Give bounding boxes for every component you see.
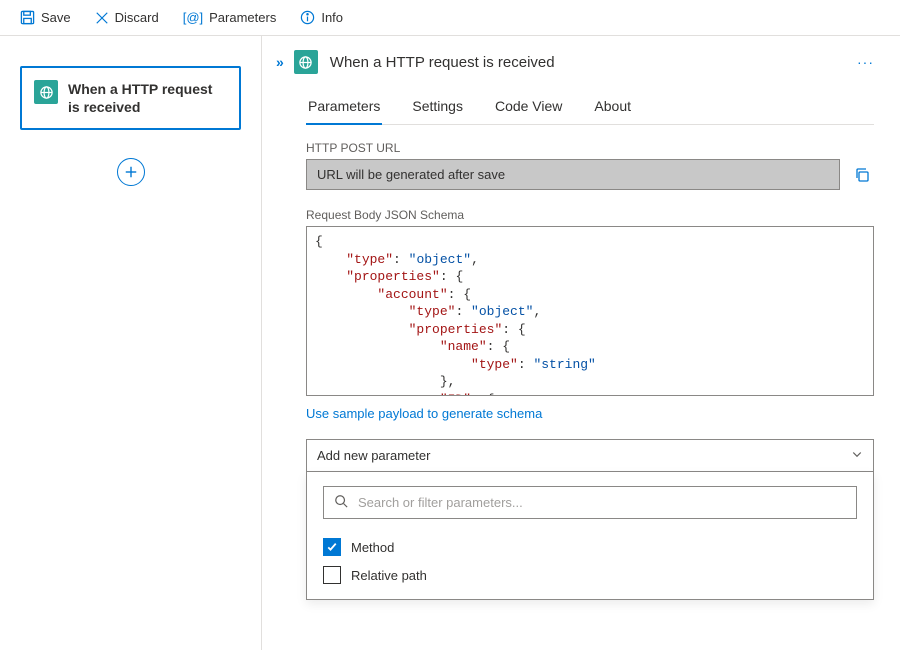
copy-url-button[interactable] xyxy=(850,159,874,190)
info-icon xyxy=(300,10,315,25)
main: When a HTTP request is received » When a… xyxy=(0,36,900,650)
http-request-icon xyxy=(34,80,58,104)
schema-editor[interactable]: { "type": "object", "properties": { "acc… xyxy=(306,226,874,396)
param-option-relative-path[interactable]: Relative path xyxy=(323,561,857,589)
param-option-method[interactable]: Method xyxy=(323,533,857,561)
add-parameter-popover: Method Relative path xyxy=(306,472,874,600)
info-button[interactable]: Info xyxy=(290,6,353,29)
add-step-button[interactable] xyxy=(117,158,145,186)
use-sample-payload-link[interactable]: Use sample payload to generate schema xyxy=(306,406,542,421)
trigger-card-title: When a HTTP request is received xyxy=(68,80,227,116)
param-option-method-label: Method xyxy=(351,540,394,555)
details-panel: » When a HTTP request is received ··· Pa… xyxy=(262,36,900,650)
discard-label: Discard xyxy=(115,10,159,25)
save-button[interactable]: Save xyxy=(10,6,81,29)
parameter-search-input[interactable] xyxy=(356,494,846,511)
save-label: Save xyxy=(41,10,71,25)
search-icon xyxy=(334,494,348,511)
parameters-button[interactable]: [@] Parameters xyxy=(173,6,287,29)
tab-about[interactable]: About xyxy=(592,92,633,124)
save-icon xyxy=(20,10,35,25)
parameter-search-field[interactable] xyxy=(323,486,857,519)
checkbox-checked-icon xyxy=(323,538,341,556)
parameters-icon: [@] xyxy=(183,10,203,25)
info-label: Info xyxy=(321,10,343,25)
http-post-url-field: URL will be generated after save xyxy=(306,159,840,190)
designer-canvas: When a HTTP request is received xyxy=(0,36,262,650)
panel-tabs: Parameters Settings Code View About xyxy=(306,92,874,125)
checkbox-unchecked-icon xyxy=(323,566,341,584)
tab-settings[interactable]: Settings xyxy=(410,92,465,124)
http-request-icon xyxy=(294,50,318,74)
tab-parameters[interactable]: Parameters xyxy=(306,92,382,124)
parameters-label: Parameters xyxy=(209,10,276,25)
panel-title: When a HTTP request is received xyxy=(330,54,845,71)
tab-codeview[interactable]: Code View xyxy=(493,92,564,124)
param-option-relpath-label: Relative path xyxy=(351,568,427,583)
panel-more-button[interactable]: ··· xyxy=(857,54,874,70)
http-post-url-label: HTTP POST URL xyxy=(306,141,874,155)
trigger-card[interactable]: When a HTTP request is received xyxy=(20,66,241,130)
add-new-parameter-dropdown[interactable]: Add new parameter xyxy=(306,439,874,472)
schema-label: Request Body JSON Schema xyxy=(306,208,874,222)
toolbar: Save Discard [@] Parameters Info xyxy=(0,0,900,36)
chevron-down-icon xyxy=(851,448,863,463)
collapse-panel-button[interactable]: » xyxy=(276,54,282,70)
add-new-parameter-label: Add new parameter xyxy=(317,448,430,463)
discard-button[interactable]: Discard xyxy=(85,6,169,29)
close-icon xyxy=(95,11,109,25)
